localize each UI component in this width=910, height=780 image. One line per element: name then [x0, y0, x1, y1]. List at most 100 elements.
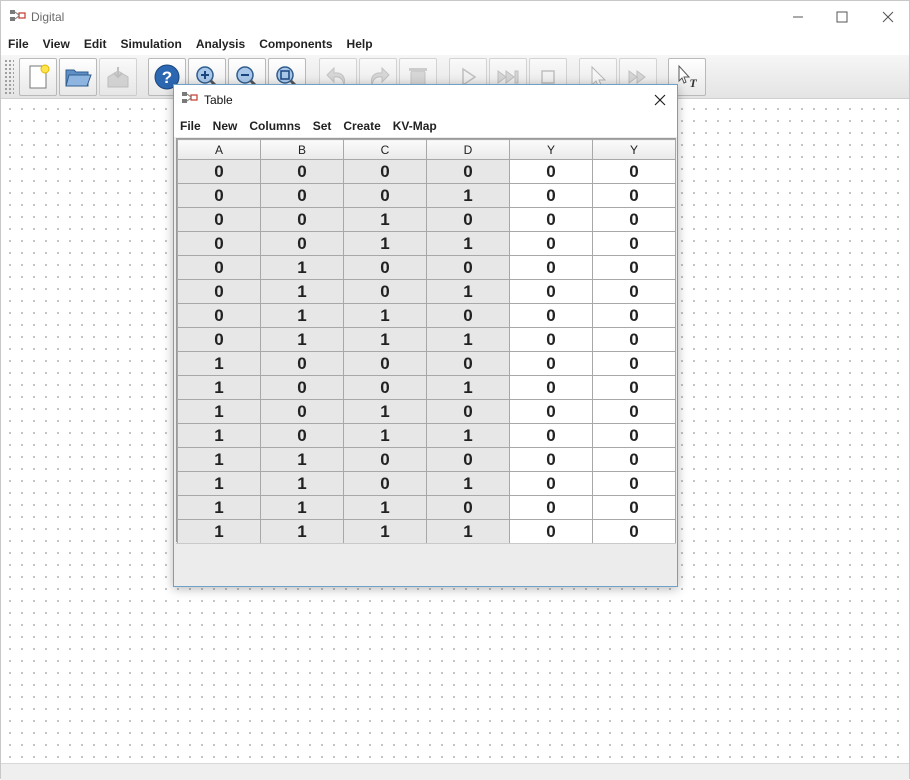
- column-header[interactable]: C: [343, 139, 427, 160]
- output-cell[interactable]: 0: [509, 447, 593, 472]
- menu-components[interactable]: Components: [252, 37, 339, 51]
- menu-help[interactable]: Help: [340, 37, 380, 51]
- menu-simulation[interactable]: Simulation: [113, 37, 188, 51]
- output-cell[interactable]: 0: [592, 495, 676, 520]
- table-row: 000100: [177, 183, 676, 208]
- output-cell[interactable]: 0: [509, 255, 593, 280]
- input-cell: 0: [177, 303, 261, 328]
- output-cell[interactable]: 0: [509, 399, 593, 424]
- truth-table-container: ABCDYY 000000000100001000001100010000010…: [176, 138, 676, 544]
- output-cell[interactable]: 0: [509, 375, 593, 400]
- input-cell: 0: [426, 159, 510, 184]
- output-cell[interactable]: 0: [592, 303, 676, 328]
- column-header[interactable]: Y: [592, 139, 676, 160]
- output-cell[interactable]: 0: [509, 207, 593, 232]
- output-cell[interactable]: 0: [592, 207, 676, 232]
- input-cell: 0: [177, 183, 261, 208]
- dialog-menu-new[interactable]: New: [207, 119, 244, 133]
- dialog-menu-columns[interactable]: Columns: [243, 119, 306, 133]
- input-cell: 0: [260, 399, 344, 424]
- minimize-button[interactable]: [775, 1, 821, 33]
- input-cell: 0: [260, 207, 344, 232]
- column-header[interactable]: Y: [509, 139, 593, 160]
- output-cell[interactable]: 0: [592, 399, 676, 424]
- output-cell[interactable]: 0: [592, 423, 676, 448]
- menu-analysis[interactable]: Analysis: [189, 37, 252, 51]
- output-cell[interactable]: 0: [592, 351, 676, 376]
- save-icon: [107, 67, 129, 88]
- input-cell: 0: [426, 255, 510, 280]
- output-cell[interactable]: 0: [509, 231, 593, 256]
- input-cell: 1: [177, 351, 261, 376]
- output-cell[interactable]: 0: [509, 327, 593, 352]
- output-cell[interactable]: 0: [509, 519, 593, 544]
- dialog-menu-create[interactable]: Create: [337, 119, 386, 133]
- input-cell: 0: [260, 183, 344, 208]
- title-bar: Digital: [1, 1, 909, 33]
- table-header-row: ABCDYY: [177, 139, 676, 160]
- output-cell[interactable]: 0: [592, 447, 676, 472]
- input-cell: 0: [177, 231, 261, 256]
- dialog-title: Table: [204, 93, 233, 107]
- output-cell[interactable]: 0: [592, 279, 676, 304]
- menu-view[interactable]: View: [36, 37, 77, 51]
- app-logo-icon: [182, 92, 198, 103]
- output-cell[interactable]: 0: [592, 375, 676, 400]
- input-cell: 1: [343, 327, 427, 352]
- input-cell: 1: [260, 519, 344, 544]
- input-cell: 1: [260, 303, 344, 328]
- input-cell: 1: [260, 327, 344, 352]
- table-row: 001000: [177, 207, 676, 232]
- output-cell[interactable]: 0: [592, 231, 676, 256]
- output-cell[interactable]: 0: [592, 159, 676, 184]
- dialog-close-button[interactable]: [649, 89, 671, 111]
- output-cell[interactable]: 0: [592, 471, 676, 496]
- menu-edit[interactable]: Edit: [77, 37, 114, 51]
- input-cell: 1: [343, 495, 427, 520]
- toolbar-grip[interactable]: [4, 59, 14, 95]
- table-row: 101000: [177, 399, 676, 424]
- input-cell: 0: [260, 375, 344, 400]
- output-cell[interactable]: 0: [592, 519, 676, 544]
- maximize-button[interactable]: [819, 1, 865, 33]
- input-cell: 0: [343, 279, 427, 304]
- close-button[interactable]: [865, 1, 910, 33]
- output-cell[interactable]: 0: [509, 351, 593, 376]
- output-cell[interactable]: 0: [592, 255, 676, 280]
- input-cell: 0: [343, 471, 427, 496]
- input-cell: 1: [177, 399, 261, 424]
- input-cell: 1: [177, 423, 261, 448]
- menu-file[interactable]: File: [1, 37, 36, 51]
- input-cell: 1: [426, 327, 510, 352]
- output-cell[interactable]: 0: [509, 423, 593, 448]
- output-cell[interactable]: 0: [509, 159, 593, 184]
- input-cell: 1: [343, 303, 427, 328]
- window-title: Digital: [31, 10, 65, 24]
- output-cell[interactable]: 0: [509, 183, 593, 208]
- output-cell[interactable]: 0: [509, 471, 593, 496]
- dialog-menu-file[interactable]: File: [174, 119, 207, 133]
- table-row: 000000: [177, 159, 676, 184]
- output-cell[interactable]: 0: [509, 495, 593, 520]
- close-icon: [882, 11, 894, 23]
- input-cell: 1: [177, 519, 261, 544]
- svg-text:?: ?: [162, 68, 172, 87]
- output-cell[interactable]: 0: [592, 183, 676, 208]
- save-button[interactable]: [99, 58, 137, 96]
- column-header[interactable]: D: [426, 139, 510, 160]
- output-cell[interactable]: 0: [509, 279, 593, 304]
- table-row: 110000: [177, 447, 676, 472]
- output-cell[interactable]: 0: [509, 303, 593, 328]
- dialog-menu-set[interactable]: Set: [307, 119, 338, 133]
- column-header[interactable]: B: [260, 139, 344, 160]
- open-file-button[interactable]: [59, 58, 97, 96]
- input-cell: 1: [177, 375, 261, 400]
- dialog-menu-bar: File New Columns Set Create KV-Map: [174, 115, 677, 137]
- dialog-title-bar[interactable]: Table: [174, 85, 677, 115]
- output-cell[interactable]: 0: [592, 327, 676, 352]
- column-header[interactable]: A: [177, 139, 261, 160]
- close-icon: [654, 94, 666, 106]
- dialog-menu-kv-map[interactable]: KV-Map: [387, 119, 443, 133]
- new-file-button[interactable]: [19, 58, 57, 96]
- input-cell: 1: [260, 279, 344, 304]
